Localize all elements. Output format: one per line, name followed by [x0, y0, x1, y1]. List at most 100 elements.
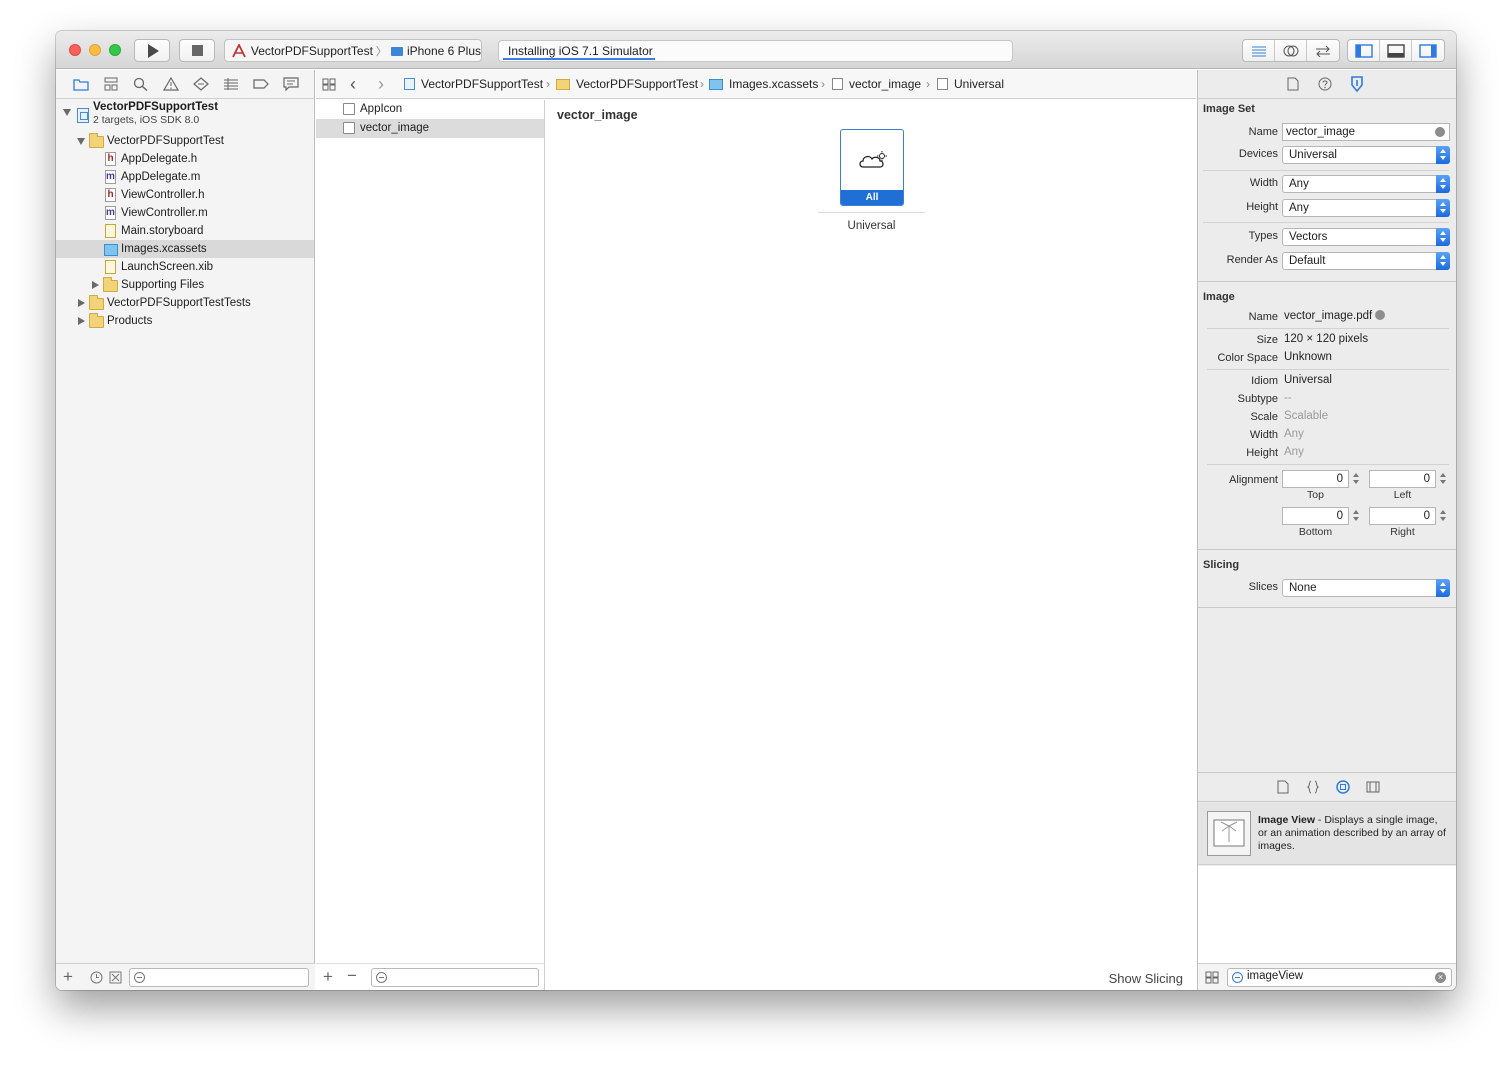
breadcrumb-project[interactable]: VectorPDFSupportTest [404, 70, 543, 98]
asset-row-selected[interactable]: vector_image [316, 119, 544, 138]
project-navigator: VectorPDFSupportTest 2 targets, iOS SDK … [56, 70, 315, 990]
toggle-debug-area-button[interactable] [1380, 40, 1412, 61]
source-control-filter-icon[interactable] [109, 971, 122, 984]
go-to-arrow-icon[interactable] [1435, 127, 1445, 137]
disclosure-closed-icon[interactable] [78, 317, 85, 325]
media-library-tab[interactable] [1366, 780, 1380, 794]
navigator-filter-field[interactable] [129, 968, 309, 987]
scheme-name[interactable]: VectorPDFSupportTest [251, 44, 373, 58]
test-navigator-tab[interactable] [192, 75, 210, 93]
color-space-value: Unknown [1284, 351, 1332, 363]
image-slot-all[interactable]: All [840, 129, 904, 206]
project-navigator-tab[interactable] [72, 75, 90, 93]
toggle-navigator-button[interactable] [1348, 40, 1380, 61]
disclosure-closed-icon[interactable] [92, 281, 99, 289]
back-arrow-icon[interactable]: ‹ [350, 75, 356, 93]
tree-row-file[interactable]: h AppDelegate.h [56, 150, 314, 168]
stepper-arrows-icon[interactable] [1439, 470, 1448, 488]
subtype-value: -- [1284, 392, 1292, 404]
version-editor-button[interactable] [1307, 40, 1339, 61]
alignment-right-field[interactable]: 0 [1369, 507, 1436, 525]
recent-files-clock-icon[interactable] [90, 971, 103, 984]
tree-row-file[interactable]: h ViewController.h [56, 186, 314, 204]
quick-help-tab[interactable] [1316, 75, 1334, 93]
tree-row-file[interactable]: m AppDelegate.m [56, 168, 314, 186]
attributes-inspector-tab[interactable] [1348, 75, 1366, 93]
device-name[interactable]: iPhone 6 Plus [407, 44, 481, 58]
stepper-arrows-icon[interactable] [1352, 507, 1361, 525]
library-filter-value[interactable]: imageView [1247, 970, 1303, 982]
breadcrumb-asset-catalog[interactable]: Images.xcassets [709, 70, 818, 98]
scheme-selector[interactable]: VectorPDFSupportTest 〉 iPhone 6 Plus [224, 39, 482, 62]
disclosure-open-icon[interactable] [77, 138, 85, 145]
subtype-label: Subtype [1237, 393, 1278, 405]
asset-filter-field[interactable] [371, 968, 539, 987]
breadcrumb-universal[interactable]: Universal [937, 70, 1004, 98]
tree-row-file-selected[interactable]: Images.xcassets [56, 240, 314, 258]
close-window-button[interactable] [69, 44, 81, 56]
find-navigator-tab[interactable] [132, 75, 150, 93]
image-set-name-value[interactable]: vector_image [1286, 126, 1355, 138]
breadcrumb-group[interactable]: VectorPDFSupportTest [556, 70, 698, 98]
object-library-tab[interactable] [1335, 780, 1350, 794]
alignment-left-field[interactable]: 0 [1369, 470, 1436, 488]
symbol-navigator-tab[interactable] [102, 75, 120, 93]
grid-view-icon[interactable] [1205, 971, 1219, 984]
library-filter-field[interactable]: imageView × [1227, 968, 1452, 987]
tree-row-file[interactable]: LaunchScreen.xib [56, 258, 314, 276]
code-snippet-library-tab[interactable] [1306, 780, 1320, 794]
storyboard-file-icon [105, 224, 116, 238]
implementation-file-icon: m [105, 170, 116, 184]
library-item-image-view[interactable]: Image View - Displays a single image, or… [1198, 803, 1456, 865]
folder-icon [103, 277, 118, 292]
alignment-bottom-field[interactable]: 0 [1282, 507, 1349, 525]
assistant-editor-button[interactable] [1275, 40, 1307, 61]
alignment-top-field[interactable]: 0 [1282, 470, 1349, 488]
breadcrumb-image-set[interactable]: vector_image [832, 70, 921, 98]
tree-row-group[interactable]: VectorPDFSupportTestTests [56, 294, 314, 312]
devices-popup[interactable]: Universal [1282, 146, 1450, 164]
toggle-utilities-button[interactable] [1412, 40, 1444, 61]
types-popup[interactable]: Vectors [1282, 228, 1450, 246]
tree-row-file[interactable]: Main.storyboard [56, 222, 314, 240]
clear-search-icon[interactable]: × [1435, 972, 1446, 983]
zoom-window-button[interactable] [109, 44, 121, 56]
tree-row-group[interactable]: Products [56, 312, 314, 330]
slices-popup[interactable]: None [1282, 579, 1450, 597]
show-slicing-button[interactable]: Show Slicing [1109, 971, 1183, 986]
report-navigator-tab[interactable] [282, 75, 300, 93]
asset-row[interactable]: AppIcon [316, 100, 544, 119]
disclosure-open-icon[interactable] [63, 109, 71, 116]
minimize-window-button[interactable] [89, 44, 101, 56]
go-to-arrow-icon[interactable] [1375, 310, 1386, 320]
tree-row-label: ViewController.h [121, 189, 205, 201]
stepper-arrows-icon[interactable] [1352, 470, 1361, 488]
run-button[interactable] [134, 39, 170, 62]
forward-arrow-icon[interactable]: › [378, 75, 384, 93]
remove-asset-button[interactable]: − [347, 967, 357, 984]
stepper-arrows-icon[interactable] [1439, 507, 1448, 525]
width-popup[interactable]: Any [1282, 175, 1450, 193]
tree-row-file[interactable]: m ViewController.m [56, 204, 314, 222]
disclosure-closed-icon[interactable] [78, 299, 85, 307]
project-row[interactable]: VectorPDFSupportTest 2 targets, iOS SDK … [56, 100, 314, 132]
height-popup[interactable]: Any [1282, 199, 1450, 217]
render-as-popup[interactable]: Default [1282, 252, 1450, 270]
issue-navigator-tab[interactable] [162, 75, 180, 93]
image-set-name-field[interactable]: vector_image [1282, 123, 1450, 141]
add-asset-button[interactable]: + [323, 968, 333, 985]
types-value: Vectors [1289, 231, 1328, 243]
tree-row-group[interactable]: Supporting Files [56, 276, 314, 294]
file-inspector-tab[interactable] [1284, 75, 1302, 93]
object-library-icon [1335, 780, 1350, 794]
debug-navigator-tab[interactable] [222, 75, 240, 93]
breakpoint-navigator-tab[interactable] [252, 75, 270, 93]
add-file-button[interactable]: + [63, 968, 73, 985]
file-template-library-tab[interactable] [1276, 780, 1290, 794]
image-height-value: Any [1284, 446, 1304, 458]
standard-editor-button[interactable] [1243, 40, 1275, 61]
tree-row-group[interactable]: VectorPDFSupportTest [56, 132, 314, 150]
stop-button[interactable] [179, 39, 215, 62]
asset-catalog-icon [709, 79, 723, 90]
related-items-grid-icon[interactable] [322, 78, 336, 91]
